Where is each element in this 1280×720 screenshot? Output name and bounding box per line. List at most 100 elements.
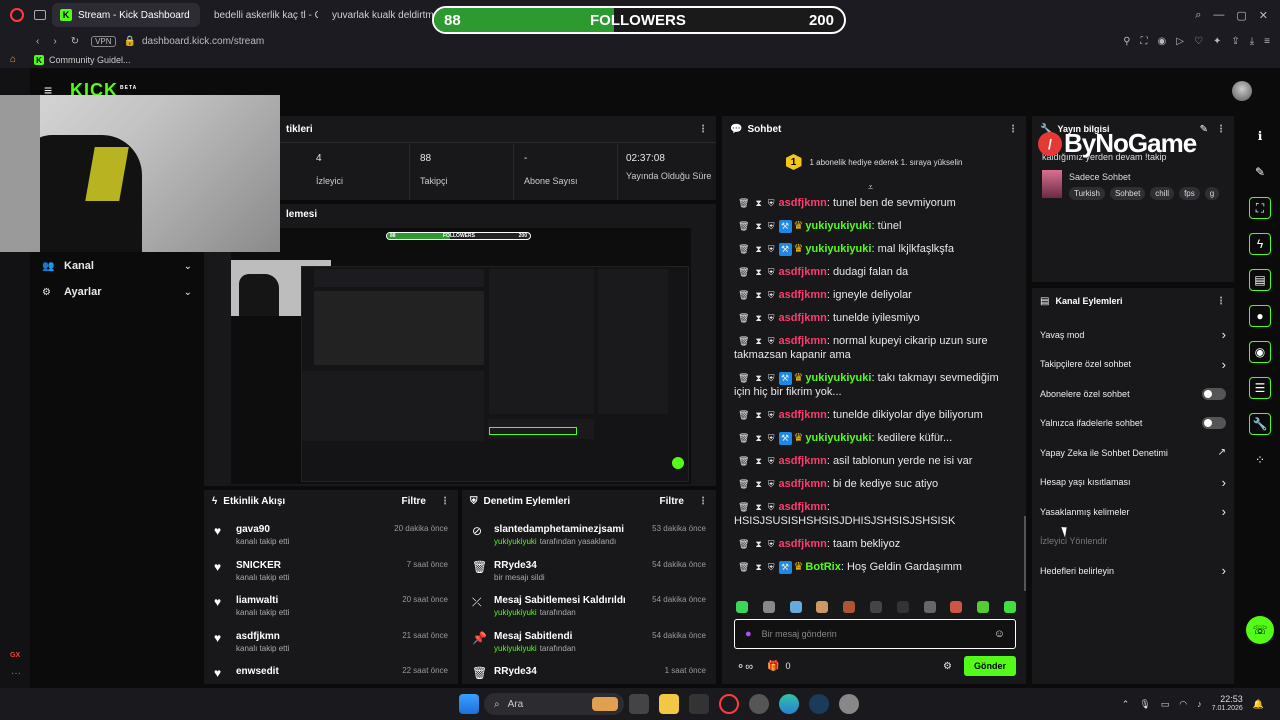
share-icon[interactable]: ⇪ [1231, 36, 1239, 47]
timeout-icon[interactable]: ⧗ [755, 221, 761, 231]
tray-chevron-icon[interactable]: ⌃ [1122, 699, 1130, 710]
channel-action-row[interactable]: Abonelere özel sohbet [1032, 379, 1234, 409]
ban-icon[interactable]: ⛨ [768, 290, 775, 300]
activity-row[interactable]: ♥ liamwalti kanalı takip etti 20 saat önce [204, 595, 458, 631]
chat-username[interactable]: asdfjkmn [779, 197, 827, 209]
ban-icon[interactable]: ⛨ [768, 456, 775, 466]
sidebar-item-kanal[interactable]: 👥 Kanal ⌄ [42, 258, 192, 274]
tag-chip[interactable]: Turkish [1069, 187, 1105, 200]
opera-gx-icon[interactable] [719, 694, 739, 714]
emote-icon[interactable] [1003, 601, 1016, 613]
chat-message[interactable]: 🗑 ⧗ ⛨ ⚒ ♛ yukiyukiyuki: kedilere küfür... [734, 431, 1016, 445]
timeout-icon[interactable]: ⧗ [755, 313, 761, 323]
chat-username[interactable]: asdfjkmn [779, 538, 827, 550]
emote-icon[interactable] [816, 601, 829, 613]
pin-message-icon[interactable]: 🗑 [738, 373, 749, 383]
mod-view-icon[interactable]: ⛶ [1249, 197, 1271, 219]
timeout-icon[interactable]: ⧗ [755, 373, 761, 383]
info-icon[interactable]: ℹ [1249, 125, 1271, 147]
chevron-right-icon[interactable]: › [1222, 475, 1226, 490]
more-options-icon[interactable]: ⋮ [1008, 124, 1018, 135]
pencil-icon[interactable]: ✎ [1249, 161, 1271, 183]
play-icon[interactable]: ▷ [1176, 36, 1184, 47]
ban-icon[interactable]: ⛨ [768, 410, 775, 420]
channel-action-row[interactable]: Yapay Zeka ile Sohbet Denetimi ↗ [1032, 438, 1234, 468]
timeout-icon[interactable]: ⧗ [755, 198, 761, 208]
moderation-row[interactable]: ⊘ slantedamphetaminezjsami yukiyukiyuki tar… [462, 524, 716, 560]
chat-username[interactable]: yukiyukiyuki [805, 432, 871, 444]
timeout-icon[interactable]: ⧗ [755, 562, 761, 572]
chevron-right-icon[interactable]: › [1222, 563, 1226, 578]
emote-icon[interactable] [736, 601, 748, 613]
emoji-icon[interactable]: ☺ [994, 628, 1005, 640]
send-button[interactable]: Gönder [963, 656, 1016, 676]
pin-message-icon[interactable]: 🗑 [738, 433, 749, 443]
opera-logo-icon[interactable] [10, 8, 24, 22]
pin-message-icon[interactable]: 🗑 [738, 290, 749, 300]
chat-username[interactable]: BotRix [805, 561, 840, 573]
extensions-icon[interactable]: ✦ [1213, 36, 1221, 47]
external-link-icon[interactable]: ↗ [1218, 447, 1226, 458]
pin-message-icon[interactable]: 🗑 [738, 502, 749, 512]
edge-icon[interactable] [779, 694, 799, 714]
mic-icon[interactable]: ● [745, 628, 752, 640]
moderation-row[interactable]: 🗑 RRyde34 bir mesajı sildi 54 dakika önce [462, 560, 716, 596]
channel-action-row[interactable]: Hedefleri belirleyin › [1032, 556, 1234, 586]
tag-chip[interactable]: fps [1179, 187, 1200, 200]
timeout-icon[interactable]: ⧗ [755, 479, 761, 489]
avatar[interactable] [1232, 81, 1252, 101]
ban-icon[interactable]: ⛨ [768, 198, 775, 208]
more-icon[interactable]: ··· [11, 668, 21, 679]
more-options-icon[interactable]: ⋮ [440, 496, 450, 507]
channel-action-row[interactable]: Takipçilere özel sohbet › [1032, 350, 1234, 380]
channel-action-row[interactable]: Yavaş mod › [1032, 320, 1234, 350]
ban-icon[interactable]: ⛨ [768, 336, 775, 346]
ban-icon[interactable]: ⛨ [768, 221, 775, 231]
tab-search-askerlik[interactable]: bedelli askerlik kaç tl - Go [200, 3, 318, 27]
settings-icon[interactable]: ⚙ [943, 661, 952, 672]
chat-username[interactable]: asdfjkmn [779, 501, 827, 513]
emote-icon[interactable] [950, 601, 963, 613]
activity-row[interactable]: ♥ SNICKER kanalı takip etti 7 saat önce [204, 560, 458, 596]
sliders-icon[interactable]: ☰ [1249, 377, 1271, 399]
back-icon[interactable]: ‹ [36, 36, 39, 47]
chat-message[interactable]: 🗑 ⧗ ⛨ ⚒ ♛ yukiyukiyuki: tünel [734, 219, 1016, 233]
chevron-right-icon[interactable]: › [1222, 357, 1226, 372]
pin-message-icon[interactable]: 🗑 [738, 198, 749, 208]
bookmark-community-guidelines[interactable]: Community Guidel... [49, 55, 131, 65]
chevron-right-icon[interactable]: › [1222, 504, 1226, 519]
category-name[interactable]: Sadece Sohbet [1069, 172, 1131, 182]
activity-row[interactable]: ♥ enwsedit 22 saat önce [204, 666, 458, 684]
heart-icon[interactable]: ♡ [1194, 36, 1203, 47]
category-thumbnail[interactable] [1042, 170, 1062, 198]
lightning-icon[interactable]: ϟ [1249, 233, 1271, 255]
pin-message-icon[interactable]: 🗑 [738, 221, 749, 231]
chat-username[interactable]: asdfjkmn [779, 409, 827, 421]
preview-video[interactable]: 88 FOLLOWERS 200 [231, 228, 691, 484]
menu-icon[interactable]: ≡ [1264, 36, 1270, 47]
chat-message[interactable]: 🗑 ⧗ ⛨ asdfjkmn: asil tablonun yerde ne isi … [734, 454, 1016, 468]
timeout-icon[interactable]: ⧗ [755, 244, 761, 254]
chat-username[interactable]: yukiyukiyuki [805, 243, 871, 255]
pin-message-icon[interactable]: 🗑 [738, 479, 749, 489]
pin-message-icon[interactable]: 🗑 [738, 336, 749, 346]
emote-icon[interactable] [789, 601, 802, 613]
wifi-icon[interactable]: ◠ [1179, 699, 1187, 710]
chat-username[interactable]: asdfjkmn [779, 266, 827, 278]
clock[interactable]: 22:53 7.01.2026 [1212, 694, 1243, 714]
activity-row[interactable]: ♥ gava90 kanalı takip etti 20 dakika önce [204, 524, 458, 560]
minimize-icon[interactable]: — [1213, 9, 1224, 22]
pin-message-icon[interactable]: 🗑 [738, 456, 749, 466]
sub-goal-banner[interactable]: 1 1 abonelik hediye ederek 1. sıraya yük… [722, 144, 1026, 180]
obs-icon[interactable] [749, 694, 769, 714]
emote-icon[interactable] [869, 601, 882, 613]
channel-action-row[interactable]: Yasaklanmış kelimeler › [1032, 497, 1234, 527]
pin-message-icon[interactable]: 🗑 [738, 410, 749, 420]
more-options-icon[interactable]: ⋮ [1216, 124, 1226, 135]
forward-icon[interactable]: › [53, 36, 56, 47]
timeout-icon[interactable]: ⧗ [755, 410, 761, 420]
activity-filter-button[interactable]: Filtre [402, 496, 426, 507]
pin-message-icon[interactable]: 🗑 [738, 539, 749, 549]
pin-message-icon[interactable]: 🗑 [738, 244, 749, 254]
chat-username[interactable]: yukiyukiyuki [805, 372, 871, 384]
